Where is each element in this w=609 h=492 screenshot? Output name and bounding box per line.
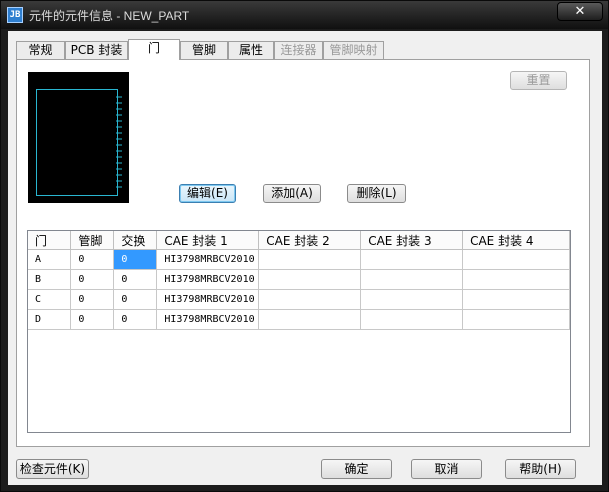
column-header-swap[interactable]: 交换 bbox=[113, 231, 158, 250]
table-row: A 0 0 HI3798MRBCV2010 bbox=[28, 249, 570, 270]
cell-cae-decal-3[interactable] bbox=[360, 269, 464, 290]
cell-swap[interactable]: 0 bbox=[113, 309, 158, 330]
cell-gate[interactable]: C bbox=[28, 289, 72, 310]
add-button[interactable]: 添加(A) bbox=[263, 184, 321, 203]
cell-cae-decal-4[interactable] bbox=[462, 289, 570, 310]
cell-cae-decal-1[interactable]: HI3798MRBCV2010 bbox=[156, 289, 260, 310]
cell-swap[interactable]: 0 bbox=[113, 249, 158, 270]
tab-pin-mapping[interactable]: 管脚映射 bbox=[323, 41, 384, 59]
cell-pins[interactable]: 0 bbox=[70, 249, 115, 270]
dialog-window: JB 元件的元件信息 - NEW_PART ✕ 常规 PCB 封装 门 管脚 属… bbox=[0, 0, 609, 492]
gates-table-grid: 门 管脚 交换 CAE 封装 1 CAE 封装 2 CAE 封装 3 CAE 封… bbox=[28, 231, 570, 330]
column-header-cae-decal-4[interactable]: CAE 封装 4 bbox=[462, 231, 570, 250]
table-row: C 0 0 HI3798MRBCV2010 bbox=[28, 289, 570, 310]
cell-swap[interactable]: 0 bbox=[113, 289, 158, 310]
part-outline-preview bbox=[36, 89, 122, 196]
dialog-client-area: 常规 PCB 封装 门 管脚 属性 连接器 管脚映射 重置 编辑(E) 添加(A… bbox=[8, 31, 602, 485]
table-row: B 0 0 HI3798MRBCV2010 bbox=[28, 269, 570, 290]
tab-pins[interactable]: 管脚 bbox=[180, 41, 228, 59]
cell-swap[interactable]: 0 bbox=[113, 269, 158, 290]
window-title: 元件的元件信息 - NEW_PART bbox=[29, 9, 190, 23]
cell-cae-decal-2[interactable] bbox=[258, 309, 362, 330]
cell-cae-decal-2[interactable] bbox=[258, 269, 362, 290]
pin-ticks-graphic bbox=[36, 89, 118, 196]
delete-button[interactable]: 删除(L) bbox=[347, 184, 406, 203]
check-part-button[interactable]: 检查元件(K) bbox=[16, 459, 89, 479]
tab-connector[interactable]: 连接器 bbox=[274, 41, 323, 59]
app-icon: JB bbox=[7, 7, 23, 23]
cell-cae-decal-2[interactable] bbox=[258, 289, 362, 310]
cell-cae-decal-1[interactable]: HI3798MRBCV2010 bbox=[156, 269, 260, 290]
column-header-cae-decal-1[interactable]: CAE 封装 1 bbox=[156, 231, 260, 250]
cell-pins[interactable]: 0 bbox=[70, 289, 115, 310]
cell-pins[interactable]: 0 bbox=[70, 269, 115, 290]
table-header-row: 门 管脚 交换 CAE 封装 1 CAE 封装 2 CAE 封装 3 CAE 封… bbox=[28, 231, 570, 250]
column-header-gate[interactable]: 门 bbox=[28, 231, 72, 250]
tab-pcb-decal[interactable]: PCB 封装 bbox=[65, 41, 128, 59]
tab-general[interactable]: 常规 bbox=[16, 41, 65, 59]
cell-gate[interactable]: B bbox=[28, 269, 72, 290]
cell-cae-decal-3[interactable] bbox=[360, 249, 464, 270]
gates-panel: 重置 编辑(E) 添加(A) 删除(L) 门 管脚 交换 CAE 封装 1 CA… bbox=[16, 59, 590, 447]
column-header-cae-decal-3[interactable]: CAE 封装 3 bbox=[360, 231, 464, 250]
reset-button[interactable]: 重置 bbox=[510, 71, 567, 90]
column-header-cae-decal-2[interactable]: CAE 封装 2 bbox=[258, 231, 362, 250]
cell-cae-decal-1[interactable]: HI3798MRBCV2010 bbox=[156, 249, 260, 270]
table-row: D 0 0 HI3798MRBCV2010 bbox=[28, 309, 570, 330]
cell-cae-decal-1[interactable]: HI3798MRBCV2010 bbox=[156, 309, 260, 330]
cell-cae-decal-4[interactable] bbox=[462, 269, 570, 290]
gate-preview bbox=[28, 72, 129, 203]
tab-gates[interactable]: 门 bbox=[128, 39, 180, 60]
cell-cae-decal-4[interactable] bbox=[462, 309, 570, 330]
cell-cae-decal-3[interactable] bbox=[360, 289, 464, 310]
gates-table[interactable]: 门 管脚 交换 CAE 封装 1 CAE 封装 2 CAE 封装 3 CAE 封… bbox=[27, 230, 571, 433]
pin-ticks-right-graphic bbox=[116, 96, 122, 188]
cell-gate[interactable]: A bbox=[28, 249, 72, 270]
cell-cae-decal-4[interactable] bbox=[462, 249, 570, 270]
cancel-button[interactable]: 取消 bbox=[411, 459, 482, 479]
help-button[interactable]: 帮助(H) bbox=[505, 459, 576, 479]
cell-cae-decal-2[interactable] bbox=[258, 249, 362, 270]
cell-gate[interactable]: D bbox=[28, 309, 72, 330]
edit-button[interactable]: 编辑(E) bbox=[179, 184, 236, 203]
close-button[interactable]: ✕ bbox=[557, 2, 603, 21]
tab-attributes[interactable]: 属性 bbox=[228, 41, 274, 59]
column-header-pins[interactable]: 管脚 bbox=[70, 231, 115, 250]
ok-button[interactable]: 确定 bbox=[321, 459, 392, 479]
cell-pins[interactable]: 0 bbox=[70, 309, 115, 330]
title-bar[interactable]: JB 元件的元件信息 - NEW_PART ✕ bbox=[1, 1, 608, 29]
cell-cae-decal-3[interactable] bbox=[360, 309, 464, 330]
